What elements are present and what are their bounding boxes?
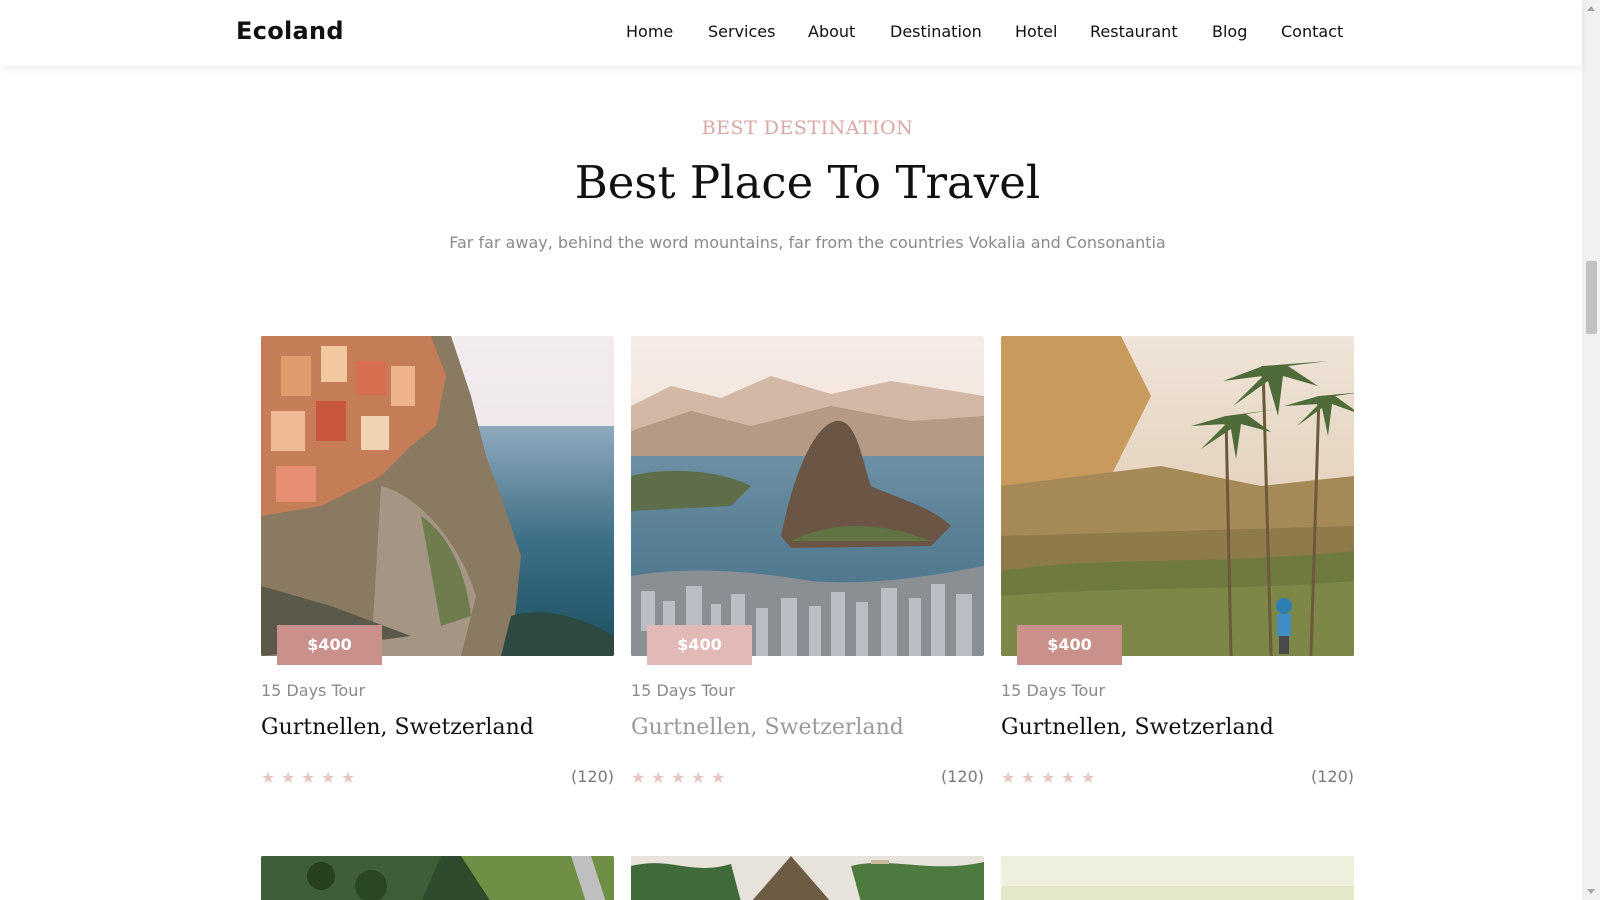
nav-contact[interactable]: Contact — [1281, 22, 1343, 41]
nav-services[interactable]: Services — [708, 22, 775, 41]
star-icon: ★ — [631, 768, 646, 787]
star-icon: ★ — [1061, 768, 1076, 787]
star-icon: ★ — [1041, 768, 1056, 787]
star-icon: ★ — [1021, 768, 1036, 787]
review-count: (120) — [1310, 767, 1354, 786]
star-icon: ★ — [281, 768, 296, 787]
destination-card[interactable]: $400 15 Days Tour Gurtnellen, Swetzerlan… — [1001, 336, 1354, 796]
destination-image[interactable] — [631, 856, 984, 900]
destination-image[interactable] — [1001, 336, 1354, 656]
destination-name[interactable]: Gurtnellen, Swetzerland — [261, 715, 534, 740]
destination-image[interactable] — [261, 336, 614, 656]
destination-image[interactable] — [261, 856, 614, 900]
rating-stars: ★ ★ ★ ★ ★ — [631, 770, 731, 786]
destination-card[interactable]: $400 15 Days Tour Gurtnellen, Swetzerlan… — [631, 336, 984, 796]
star-icon: ★ — [691, 768, 706, 787]
star-icon: ★ — [651, 768, 666, 787]
destination-image[interactable] — [631, 336, 984, 656]
section-subheading: BEST DESTINATION — [701, 117, 914, 139]
site-header: Ecoland Home Services About Destination … — [0, 0, 1582, 66]
destination-name[interactable]: Gurtnellen, Swetzerland — [631, 715, 904, 740]
star-icon: ★ — [1001, 768, 1016, 787]
section-title: Best Place To Travel — [574, 156, 1041, 209]
rating-stars: ★ ★ ★ ★ ★ — [1001, 770, 1101, 786]
scroll-thumb[interactable] — [1586, 261, 1597, 334]
star-icon: ★ — [301, 768, 316, 787]
nav-blog[interactable]: Blog — [1212, 22, 1247, 41]
price-badge: $400 — [647, 625, 752, 665]
star-icon: ★ — [341, 768, 356, 787]
destination-image[interactable] — [1001, 856, 1354, 900]
price-badge: $400 — [277, 625, 382, 665]
price-badge: $400 — [1017, 625, 1122, 665]
tour-duration: 15 Days Tour — [631, 681, 736, 700]
tour-duration: 15 Days Tour — [1001, 681, 1106, 700]
star-icon: ★ — [261, 768, 276, 787]
main-nav: Home Services About Destination Hotel Re… — [0, 22, 1582, 46]
nav-about[interactable]: About — [808, 22, 855, 41]
section-description: Far far away, behind the word mountains,… — [449, 233, 1166, 252]
star-icon: ★ — [321, 768, 336, 787]
rating-stars: ★ ★ ★ ★ ★ — [261, 770, 361, 786]
destination-name[interactable]: Gurtnellen, Swetzerland — [1001, 715, 1274, 740]
scroll-down-arrow-icon[interactable] — [1587, 889, 1595, 894]
nav-destination[interactable]: Destination — [890, 22, 982, 41]
review-count: (120) — [940, 767, 984, 786]
nav-restaurant[interactable]: Restaurant — [1090, 22, 1178, 41]
star-icon: ★ — [1081, 768, 1096, 787]
star-icon: ★ — [711, 768, 726, 787]
star-icon: ★ — [671, 768, 686, 787]
destination-card[interactable]: $400 15 Days Tour Gurtnellen, Swetzerlan… — [261, 336, 614, 796]
tour-duration: 15 Days Tour — [261, 681, 366, 700]
nav-hotel[interactable]: Hotel — [1015, 22, 1057, 41]
scroll-up-arrow-icon[interactable] — [1587, 6, 1595, 11]
review-count: (120) — [570, 767, 614, 786]
nav-home[interactable]: Home — [626, 22, 673, 41]
